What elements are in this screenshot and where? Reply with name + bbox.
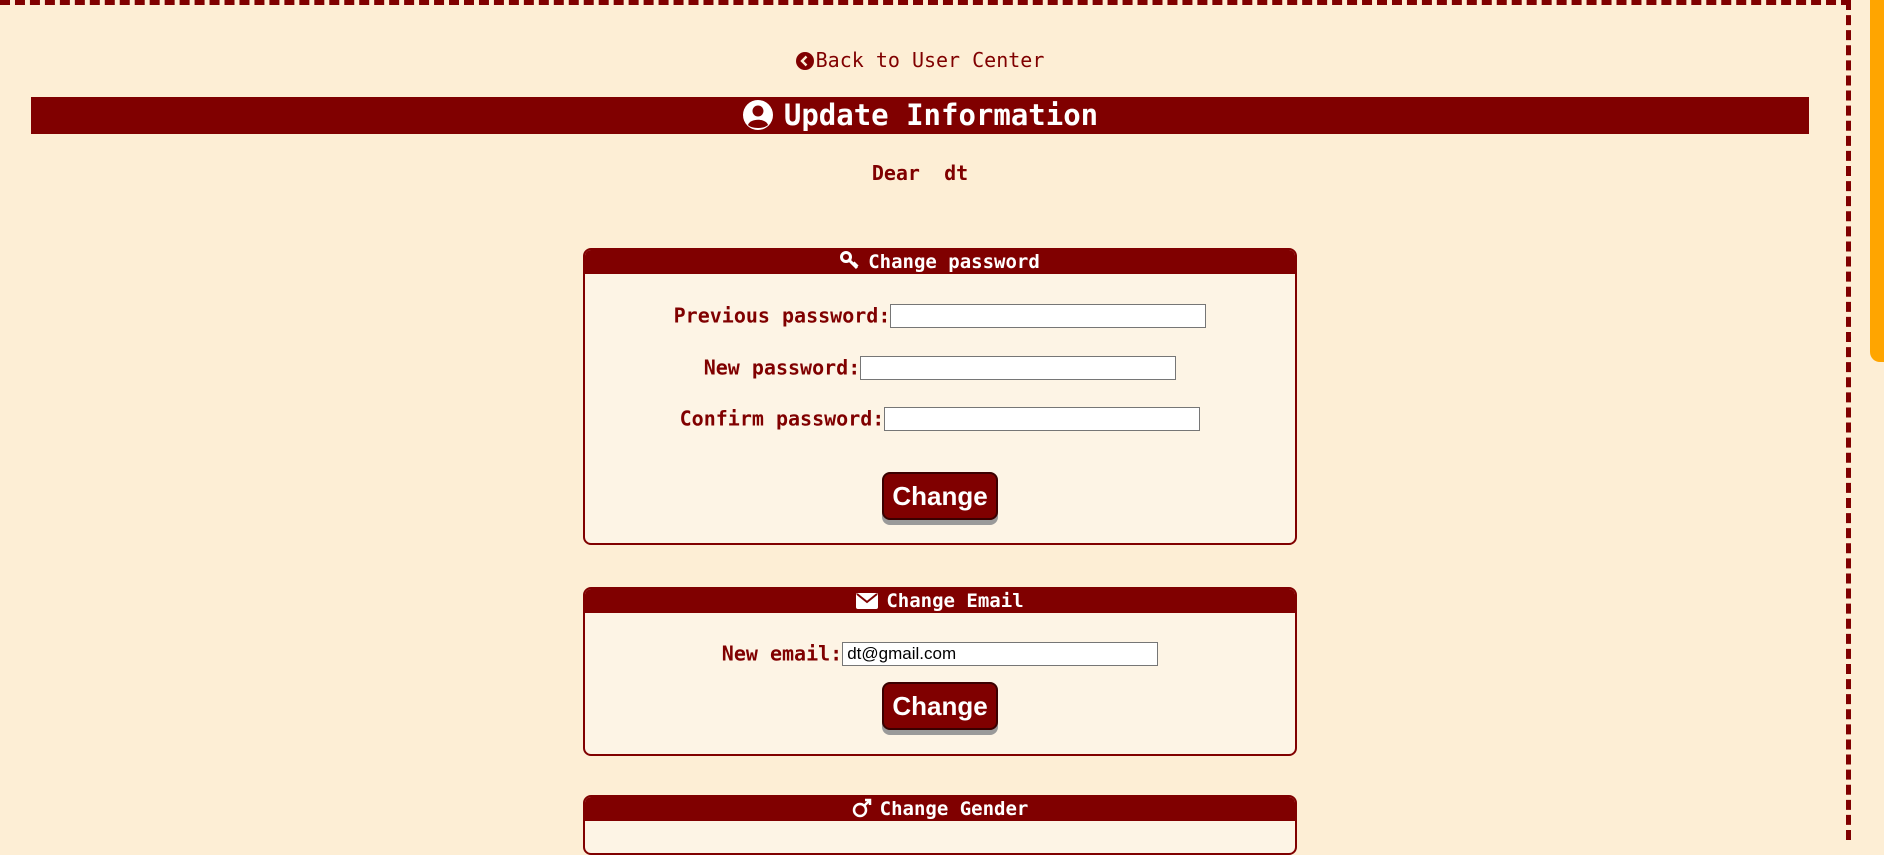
change-password-card: Change password Previous password: New p… — [583, 248, 1297, 545]
change-gender-header: Change Gender — [585, 797, 1295, 821]
back-to-user-center-link[interactable]: Back to User Center — [0, 48, 1840, 75]
greeting: Dear dt — [0, 161, 1840, 185]
change-email-title: Change Email — [886, 590, 1024, 612]
change-password-title: Change password — [868, 251, 1040, 273]
change-password-button[interactable]: Change — [882, 472, 998, 520]
change-password-header: Change password — [585, 250, 1295, 274]
previous-password-label: Previous password: — [673, 303, 891, 328]
key-icon — [840, 251, 860, 277]
confirm-password-row: Confirm password: — [585, 405, 1295, 431]
new-email-row: New email: — [585, 640, 1295, 666]
new-password-label: New password: — [703, 355, 861, 380]
new-email-input[interactable] — [842, 641, 1159, 666]
change-email-card: Change Email New email: Change — [583, 587, 1297, 756]
page-title-bar: Update Information — [31, 97, 1809, 134]
confirm-password-label: Confirm password: — [679, 406, 885, 431]
envelope-icon — [856, 592, 879, 616]
confirm-password-input[interactable] — [884, 406, 1201, 431]
new-password-row: New password: — [585, 354, 1295, 380]
page-title: Update Information — [783, 98, 1099, 132]
change-gender-title: Change Gender — [879, 798, 1029, 820]
user-circle-icon — [742, 99, 774, 140]
change-gender-card: Change Gender — [583, 795, 1297, 855]
greeting-username: dt — [944, 161, 969, 185]
back-link-label: Back to User Center — [815, 48, 1045, 72]
scrollbar-thumb[interactable] — [1870, 0, 1884, 362]
greeting-salutation: Dear — [871, 161, 920, 185]
gender-icon — [852, 798, 872, 824]
new-email-label: New email: — [721, 641, 843, 666]
previous-password-row: Previous password: — [585, 302, 1295, 328]
change-email-header: Change Email — [585, 589, 1295, 613]
chevron-left-circle-icon — [795, 51, 814, 75]
new-password-input[interactable] — [860, 355, 1177, 380]
change-email-button[interactable]: Change — [882, 682, 998, 730]
previous-password-input[interactable] — [890, 303, 1207, 328]
